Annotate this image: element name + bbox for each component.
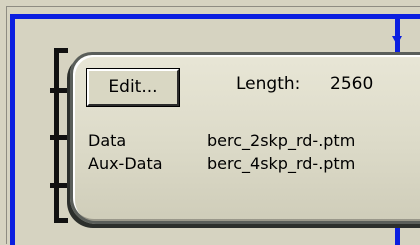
bracket-tick (50, 135, 68, 140)
aux-data-value: berc_4skp_rd-.ptm (207, 154, 356, 173)
connection-wire-top (10, 14, 420, 19)
down-arrow-icon (392, 36, 402, 45)
connection-wire-left (10, 14, 15, 245)
bracket-tick (54, 218, 68, 223)
edit-button[interactable]: Edit... (86, 68, 180, 107)
bracket-tick (50, 88, 68, 93)
length-label: Length: (236, 74, 301, 94)
bracket-tick (54, 48, 68, 53)
aux-data-label: Aux-Data (88, 154, 163, 173)
data-value: berc_2skp_rd-.ptm (207, 131, 356, 150)
bracket-tick (50, 183, 68, 188)
data-label: Data (88, 131, 127, 150)
length-value: 2560 (330, 74, 374, 94)
graph-canvas: Edit... Length: 2560 Data berc_2skp_rd-.… (0, 0, 420, 245)
